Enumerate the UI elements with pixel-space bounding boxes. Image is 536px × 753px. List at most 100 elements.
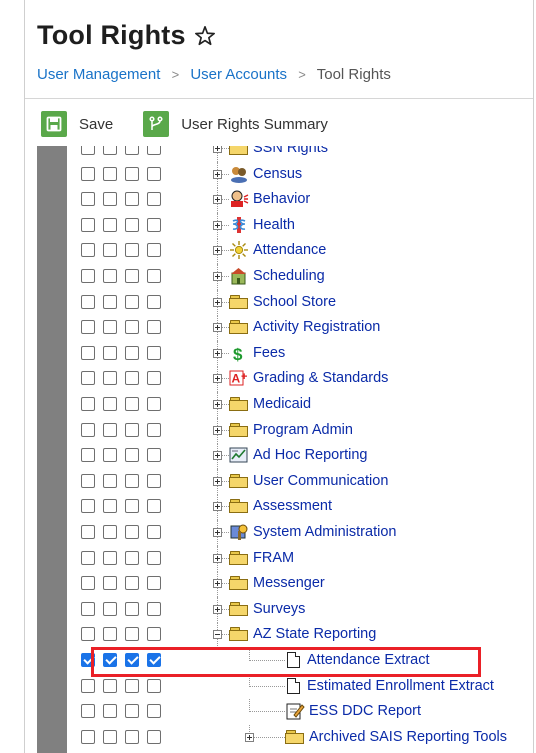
tree-label-estimated-enrollment-extract[interactable]: Estimated Enrollment Extract xyxy=(307,678,494,694)
rights-checkbox-1[interactable] xyxy=(81,371,95,386)
expand-icon[interactable] xyxy=(213,323,222,333)
expand-icon[interactable] xyxy=(213,220,222,230)
expand-icon[interactable] xyxy=(213,451,222,461)
rights-checkbox-1[interactable] xyxy=(81,601,95,616)
tree-label-assessment[interactable]: Assessment xyxy=(253,498,332,514)
rights-checkbox-2[interactable] xyxy=(103,601,117,616)
tree-label-messenger[interactable]: Messenger xyxy=(253,575,325,591)
tree-label-health[interactable]: Health xyxy=(253,217,295,233)
tree-label-medicaid[interactable]: Medicaid xyxy=(253,396,311,412)
rights-checkbox-1[interactable] xyxy=(81,473,95,488)
tree-label-ssn-rights[interactable]: SSN Rights xyxy=(253,146,328,156)
rights-checkbox-4[interactable] xyxy=(147,345,161,360)
expand-icon[interactable] xyxy=(213,348,222,358)
expand-icon[interactable] xyxy=(213,579,222,589)
rights-checkbox-4[interactable] xyxy=(147,371,161,386)
expand-icon[interactable] xyxy=(213,502,222,512)
tree-label-program-admin[interactable]: Program Admin xyxy=(253,422,353,438)
rights-checkbox-4[interactable] xyxy=(147,499,161,514)
tree-label-scheduling[interactable]: Scheduling xyxy=(253,268,325,284)
rights-checkbox-1[interactable] xyxy=(81,627,95,642)
expand-icon[interactable] xyxy=(213,146,222,153)
rights-checkbox-3[interactable] xyxy=(125,192,139,207)
tree-label-census[interactable]: Census xyxy=(253,166,302,182)
save-button[interactable]: Save xyxy=(41,111,113,137)
rights-checkbox-4[interactable] xyxy=(147,550,161,565)
rights-checkbox-1[interactable] xyxy=(81,704,95,719)
user-rights-summary-button[interactable]: User Rights Summary xyxy=(143,111,328,137)
rights-checkbox-3[interactable] xyxy=(125,217,139,232)
tree-label-archived-sais-reporting-tools[interactable]: Archived SAIS Reporting Tools xyxy=(309,729,507,745)
rights-checkbox-2[interactable] xyxy=(103,729,117,744)
rights-checkbox-1[interactable] xyxy=(81,320,95,335)
rights-checkbox-4[interactable] xyxy=(147,243,161,258)
rights-checkbox-4[interactable] xyxy=(147,525,161,539)
rights-checkbox-3[interactable] xyxy=(125,397,139,411)
expand-icon[interactable] xyxy=(213,169,222,179)
rights-checkbox-3[interactable] xyxy=(125,294,139,309)
rights-checkbox-4[interactable] xyxy=(147,576,161,591)
rights-checkbox-4[interactable] xyxy=(147,294,161,309)
breadcrumb-user-management[interactable]: User Management xyxy=(37,66,160,83)
rights-checkbox-3[interactable] xyxy=(125,729,139,744)
rights-checkbox-2[interactable] xyxy=(103,243,117,258)
rights-checkbox-4[interactable] xyxy=(147,146,161,155)
rights-checkbox-2[interactable] xyxy=(103,576,117,591)
expand-icon[interactable] xyxy=(213,195,222,205)
rights-checkbox-1[interactable] xyxy=(81,525,95,539)
tree-label-surveys[interactable]: Surveys xyxy=(253,601,305,617)
rights-checkbox-2[interactable] xyxy=(103,525,117,539)
rights-checkbox-1[interactable] xyxy=(81,243,95,258)
rights-checkbox-4[interactable] xyxy=(147,601,161,616)
tree-label-attendance[interactable]: Attendance xyxy=(253,242,326,258)
rights-checkbox-1[interactable] xyxy=(81,397,95,411)
star-icon[interactable] xyxy=(194,25,216,47)
rights-checkbox-4[interactable] xyxy=(147,166,161,181)
rights-checkbox-1[interactable] xyxy=(81,294,95,309)
tree-label-ad-hoc-reporting[interactable]: Ad Hoc Reporting xyxy=(253,447,367,463)
rights-checkbox-4[interactable] xyxy=(147,422,161,437)
expand-icon[interactable] xyxy=(213,553,222,563)
rights-checkbox-4[interactable] xyxy=(147,320,161,335)
rights-checkbox-4[interactable] xyxy=(147,217,161,232)
rights-checkbox-1[interactable] xyxy=(81,345,95,360)
tree-label-behavior[interactable]: Behavior xyxy=(253,191,310,207)
expand-icon[interactable] xyxy=(213,425,222,435)
rights-checkbox-3[interactable] xyxy=(125,345,139,360)
rights-checkbox-2[interactable] xyxy=(103,320,117,335)
rights-checkbox-3[interactable] xyxy=(125,371,139,386)
rights-checkbox-1[interactable] xyxy=(81,166,95,181)
expand-icon[interactable] xyxy=(213,374,222,384)
tree-label-activity-registration[interactable]: Activity Registration xyxy=(253,319,380,335)
expand-icon[interactable] xyxy=(213,528,222,537)
expand-icon[interactable] xyxy=(213,246,222,256)
tree-label-fees[interactable]: Fees xyxy=(253,345,285,361)
rights-checkbox-2[interactable] xyxy=(103,422,117,437)
rights-checkbox-3[interactable] xyxy=(125,146,139,155)
rights-checkbox-1[interactable] xyxy=(81,550,95,565)
breadcrumb-user-accounts[interactable]: User Accounts xyxy=(190,66,287,83)
rights-checkbox-1[interactable] xyxy=(81,729,95,744)
rights-checkbox-4[interactable] xyxy=(147,473,161,488)
tree-label-grading-and-standards[interactable]: Grading & Standards xyxy=(253,370,388,386)
rights-checkbox-2[interactable] xyxy=(103,627,117,642)
rights-checkbox-3[interactable] xyxy=(125,550,139,565)
expand-icon[interactable] xyxy=(213,272,222,281)
rights-checkbox-3[interactable] xyxy=(125,704,139,719)
rights-checkbox-1[interactable] xyxy=(81,576,95,591)
rights-checkbox-4[interactable] xyxy=(147,627,161,642)
rights-checkbox-2[interactable] xyxy=(103,473,117,488)
rights-checkbox-2[interactable] xyxy=(103,678,117,693)
rights-checkbox-3[interactable] xyxy=(125,269,139,283)
expand-icon[interactable] xyxy=(213,604,222,614)
tree-label-fram[interactable]: FRAM xyxy=(253,550,294,566)
rights-checkbox-3[interactable] xyxy=(125,320,139,335)
rights-checkbox-1[interactable] xyxy=(81,499,95,514)
rights-checkbox-1[interactable] xyxy=(81,422,95,437)
rights-checkbox-1[interactable] xyxy=(81,146,95,155)
rights-checkbox-3[interactable] xyxy=(125,422,139,437)
rights-checkbox-3[interactable] xyxy=(125,448,139,463)
expand-icon[interactable] xyxy=(213,400,222,409)
rights-checkbox-2[interactable] xyxy=(103,397,117,411)
rights-checkbox-3[interactable] xyxy=(125,499,139,514)
